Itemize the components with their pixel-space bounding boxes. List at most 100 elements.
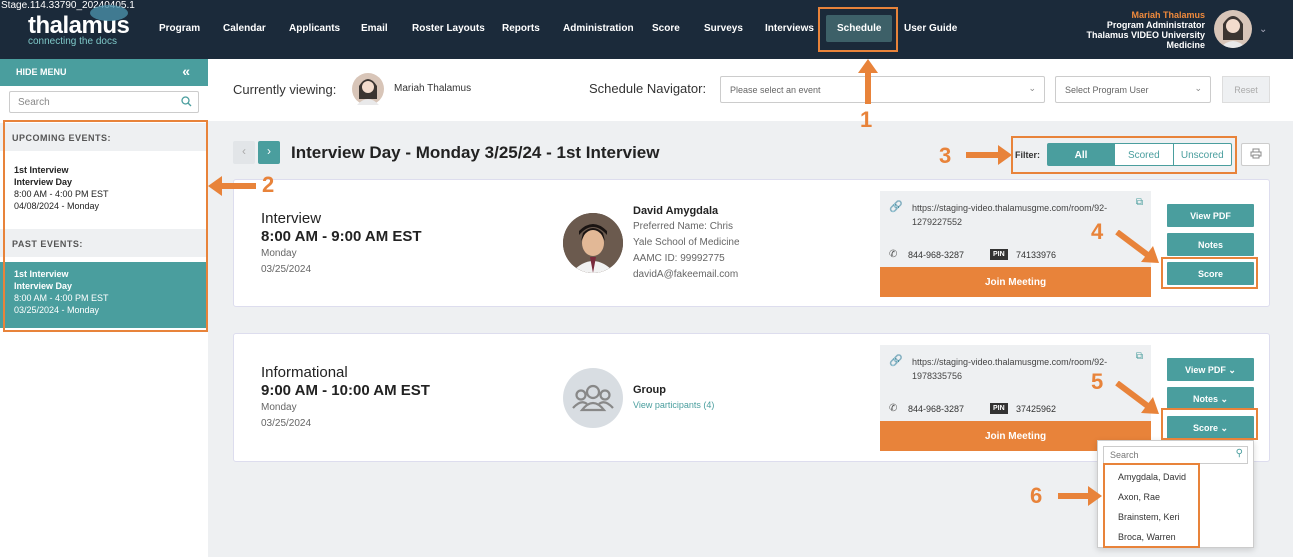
- thalamus-logo[interactable]: thalamus connecting the docs: [28, 5, 130, 47]
- user-avatar[interactable]: [1214, 10, 1252, 48]
- event-type: Informational: [261, 364, 348, 381]
- nav-surveys[interactable]: Surveys: [704, 23, 743, 34]
- meeting-info: 🔗 https://staging-video.thalamusgme.com/…: [880, 191, 1151, 275]
- notes-label: Notes: [1192, 394, 1218, 404]
- view-pdf-button[interactable]: View PDF: [1167, 204, 1254, 227]
- hide-menu-label: HIDE MENU: [16, 67, 67, 77]
- nav-program[interactable]: Program: [159, 23, 200, 34]
- hide-menu-button[interactable]: HIDE MENU «: [0, 59, 208, 86]
- reset-button[interactable]: Reset: [1222, 76, 1270, 103]
- annotation-box-score-1: [1161, 257, 1258, 289]
- annotation-box-score-list: [1103, 463, 1200, 548]
- link-icon: 🔗: [889, 355, 903, 367]
- meeting-phone: 844-968-3287: [908, 250, 965, 260]
- schedule-header: Currently viewing: Mariah Thalamus Sched…: [208, 59, 1293, 121]
- schedule-navigator-label: Schedule Navigator:: [589, 81, 707, 96]
- print-button[interactable]: [1241, 143, 1270, 166]
- user-select-placeholder: Select Program User: [1065, 85, 1149, 95]
- group-icon: [563, 368, 623, 428]
- copy-icon[interactable]: ⧉: [1136, 351, 1143, 362]
- brain-logo-icon: [90, 5, 128, 21]
- annotation-box-score-2: [1161, 408, 1258, 440]
- user-org: Thalamus VIDEO University: [1086, 30, 1205, 40]
- annotation-number-2: 2: [262, 172, 275, 197]
- meeting-phone: 844-968-3287: [908, 404, 965, 414]
- nav-email[interactable]: Email: [361, 23, 388, 34]
- meeting-info: 🔗 https://staging-video.thalamusgme.com/…: [880, 345, 1151, 429]
- group-name: Group: [633, 384, 666, 396]
- user-name: Mariah Thalamus: [1131, 10, 1205, 20]
- chevron-down-icon: ⌄: [1028, 83, 1036, 93]
- program-user-select[interactable]: Select Program User ⌄: [1055, 76, 1211, 103]
- currently-viewing-label: Currently viewing:: [233, 82, 337, 97]
- search-icon: [181, 96, 192, 110]
- event-time: 8:00 AM - 9:00 AM EST: [261, 228, 422, 245]
- user-info[interactable]: Mariah Thalamus Program Administrator Th…: [1086, 10, 1205, 50]
- arrow-right-icon: [1058, 486, 1102, 506]
- nav-reports[interactable]: Reports: [502, 23, 540, 34]
- annotation-box-events: [3, 120, 208, 332]
- next-day-button[interactable]: ›: [258, 141, 280, 164]
- meeting-url[interactable]: https://staging-video.thalamusgme.com/ro…: [912, 201, 1142, 229]
- notes-dropdown-button[interactable]: Notes ⌄: [1167, 387, 1254, 410]
- applicant-preferred-name: Preferred Name: Chris: [633, 221, 734, 232]
- event-select[interactable]: Please select an event ⌄: [720, 76, 1045, 103]
- nav-applicants[interactable]: Applicants: [289, 23, 340, 34]
- nav-score[interactable]: Score: [652, 23, 680, 34]
- link-icon: 🔗: [889, 201, 903, 213]
- event-time: 9:00 AM - 10:00 AM EST: [261, 382, 430, 399]
- applicant-email: davidA@fakeemail.com: [633, 269, 739, 280]
- arrow-down-right-icon: [1115, 230, 1159, 263]
- score-search-input[interactable]: Search ⚲: [1103, 446, 1248, 464]
- annotation-box-schedule: [818, 7, 898, 52]
- event-weekday: Monday: [261, 248, 297, 259]
- join-meeting-button[interactable]: Join Meeting: [880, 267, 1151, 297]
- nav-interviews[interactable]: Interviews: [765, 23, 814, 34]
- search-placeholder: Search: [1110, 450, 1139, 460]
- annotation-number-1: 1: [860, 107, 873, 132]
- viewing-avatar: [352, 73, 384, 105]
- double-chevron-left-icon: «: [182, 63, 190, 79]
- viewing-name: Mariah Thalamus: [394, 83, 472, 94]
- pin-badge: PIN: [990, 403, 1008, 414]
- nav-administration[interactable]: Administration: [563, 23, 634, 34]
- chevron-down-icon[interactable]: ⌄: [1259, 24, 1267, 35]
- applicant-name: David Amygdala: [633, 205, 719, 217]
- meeting-pin: 74133976: [1016, 250, 1057, 260]
- applicant-photo: [563, 213, 623, 273]
- pin-badge: PIN: [990, 249, 1008, 260]
- nav-roster-layouts[interactable]: Roster Layouts: [412, 23, 485, 34]
- nav-user-guide[interactable]: User Guide: [904, 23, 957, 34]
- meeting-url[interactable]: https://staging-video.thalamusgme.com/ro…: [912, 355, 1142, 383]
- annotation-number-5: 5: [1091, 369, 1104, 394]
- annotation-box-filter: [1011, 136, 1237, 174]
- copy-icon[interactable]: ⧉: [1136, 197, 1143, 208]
- chevron-down-icon: ⌄: [1220, 394, 1229, 404]
- event-date: 03/25/2024: [261, 418, 312, 429]
- meeting-pin: 37425962: [1016, 404, 1057, 414]
- applicant-school: Yale School of Medicine: [633, 237, 740, 248]
- arrow-up-icon: [858, 59, 878, 104]
- view-pdf-label: View PDF: [1185, 365, 1226, 375]
- annotation-number-3: 3: [939, 143, 952, 168]
- event-weekday: Monday: [261, 402, 297, 413]
- search-placeholder: Search: [18, 97, 50, 108]
- event-date: 03/25/2024: [261, 264, 312, 275]
- prev-day-button[interactable]: ‹: [233, 141, 255, 164]
- user-org-dept: Medicine: [1166, 40, 1205, 50]
- annotation-number-4: 4: [1091, 219, 1104, 244]
- sidebar-search-input[interactable]: Search: [9, 91, 199, 113]
- arrow-right-icon: [966, 145, 1012, 165]
- search-icon: ⚲: [1235, 448, 1243, 459]
- phone-icon: ✆: [889, 403, 898, 414]
- view-pdf-dropdown-button[interactable]: View PDF ⌄: [1167, 358, 1254, 381]
- notes-button[interactable]: Notes: [1167, 233, 1254, 256]
- arrow-left-icon: [208, 176, 256, 196]
- nav-calendar[interactable]: Calendar: [223, 23, 266, 34]
- logo-tagline: connecting the docs: [28, 36, 117, 47]
- printer-icon: [1250, 148, 1261, 159]
- top-navbar: Stage.114.33790_20240405.1 thalamus conn…: [0, 0, 1293, 59]
- page-title: Interview Day - Monday 3/25/24 - 1st Int…: [291, 143, 660, 162]
- event-type: Interview: [261, 210, 322, 227]
- view-participants-link[interactable]: View participants (4): [633, 400, 714, 410]
